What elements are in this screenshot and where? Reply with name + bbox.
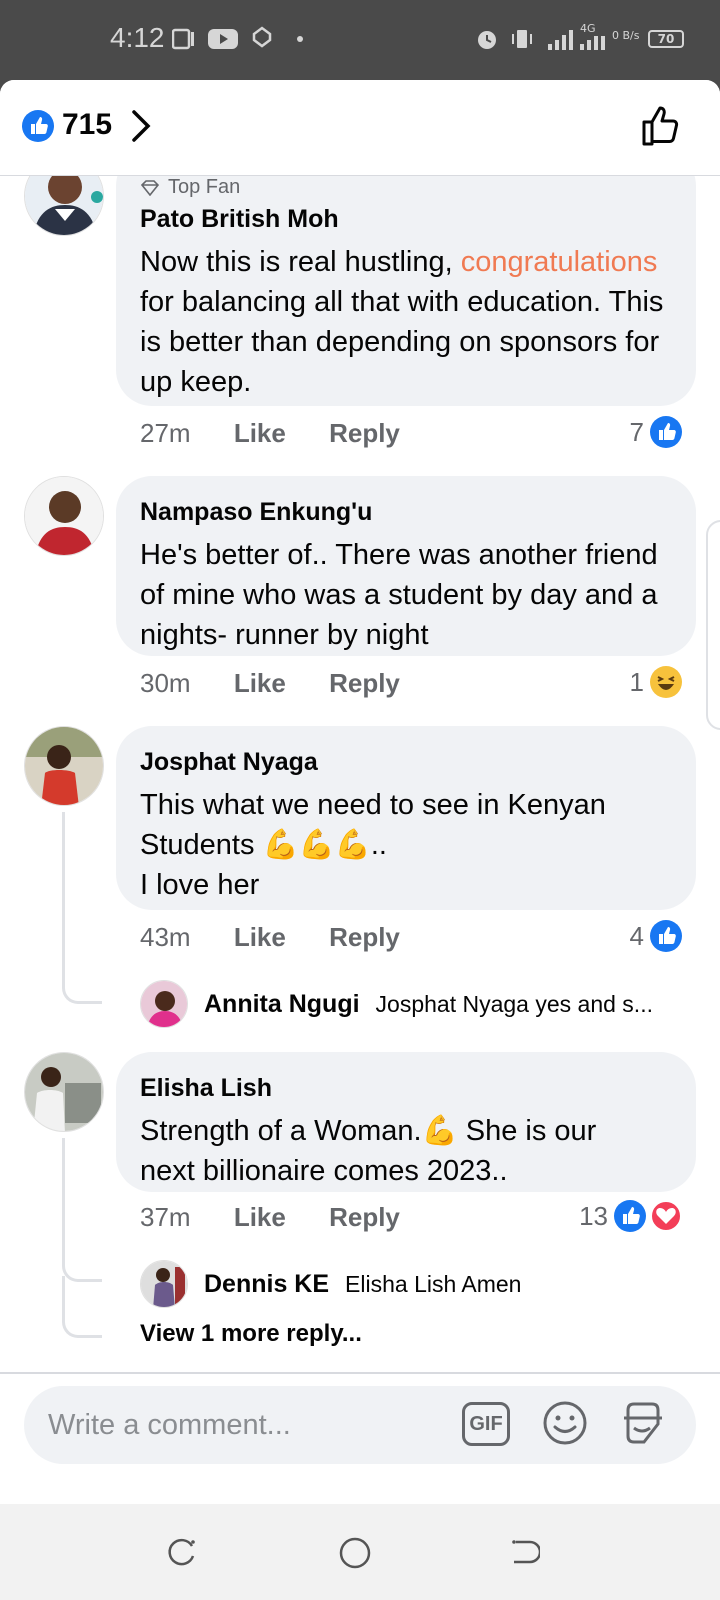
comment-actions: 27m Like Reply	[140, 418, 436, 449]
highlighted-word: congratulations	[460, 246, 658, 278]
thread-line	[62, 812, 102, 1004]
comment-text-line: I love her	[140, 869, 260, 901]
like-reaction-icon	[650, 416, 682, 448]
like-reaction-icon	[650, 920, 682, 952]
reaction-count: 13	[579, 1200, 608, 1231]
gallery-notification-icon	[172, 28, 194, 50]
reply-preview[interactable]: Annita Ngugi Josphat Nyaga yes and s...	[140, 980, 653, 1028]
back-icon[interactable]	[508, 1536, 540, 1568]
comments-sheet: 715 Top Fan Pato British Moh Now this is…	[0, 80, 720, 1504]
network-speed: 0 B/s	[612, 29, 640, 42]
sheet-header: 715	[0, 80, 720, 176]
app-notification-icon	[252, 26, 272, 48]
thread-line	[62, 1138, 102, 1282]
comment-time: 30m	[140, 668, 191, 698]
comment-time: 27m	[140, 418, 191, 448]
emoji-icon[interactable]	[542, 1400, 588, 1446]
recent-apps-icon[interactable]	[166, 1536, 198, 1568]
like-button[interactable]: Like	[234, 418, 286, 448]
like-reaction-icon	[614, 1200, 646, 1232]
comment-bubble[interactable]: Elisha Lish Strength of a Woman.💪 She is…	[116, 1052, 696, 1192]
battery-indicator: 70	[648, 30, 684, 48]
comment-actions: 30m Like Reply	[140, 668, 436, 699]
comment-author[interactable]: Josphat Nyaga	[140, 748, 672, 777]
top-fan-badge: Top Fan	[140, 176, 672, 199]
like-post-icon[interactable]	[640, 104, 684, 148]
sticker-icon[interactable]	[620, 1400, 666, 1446]
diamond-icon	[140, 179, 160, 196]
avatar[interactable]	[24, 726, 104, 806]
comment-text: He's better of.. There was another frien…	[140, 539, 658, 651]
comment-text-line: Students 💪💪💪..	[140, 829, 387, 861]
comment-time: 43m	[140, 922, 191, 952]
comment-time: 37m	[140, 1202, 191, 1232]
comment-author[interactable]: Nampaso Enkung'u	[140, 498, 672, 527]
reply-author[interactable]: Annita Ngugi	[204, 990, 360, 1019]
avatar[interactable]	[24, 1052, 104, 1132]
reaction-count: 1	[629, 666, 644, 697]
avatar[interactable]	[24, 476, 104, 556]
comment-reactions[interactable]: 1	[630, 666, 682, 698]
top-fan-label: Top Fan	[168, 176, 241, 198]
reply-button[interactable]: Reply	[329, 668, 400, 698]
comment-author[interactable]: Pato British Moh	[140, 205, 672, 234]
comment-text-line: next billionaire comes 2023..	[140, 1155, 508, 1187]
avatar[interactable]	[24, 176, 104, 236]
thread-line	[62, 1276, 102, 1338]
comment-text: Now this is real hustling, congratulatio…	[140, 242, 672, 402]
signal-icon	[548, 30, 573, 50]
like-button[interactable]: Like	[234, 668, 286, 698]
alarm-icon	[478, 31, 496, 49]
reply-text: Elisha Lish Amen	[345, 1270, 522, 1297]
reply-button[interactable]: Reply	[329, 418, 400, 448]
system-nav-bar	[0, 1504, 720, 1600]
reaction-count: 4	[629, 920, 644, 951]
reply-text: Josphat Nyaga yes and s...	[375, 990, 653, 1017]
haha-reaction-icon	[650, 666, 682, 698]
gif-label: GIF	[469, 1413, 503, 1435]
reply-preview[interactable]: Dennis KE Elisha Lish Amen	[140, 1260, 521, 1308]
comment-composer: GIF	[0, 1372, 720, 1478]
dot-icon	[297, 36, 303, 42]
comment-text-part: for balancing all that with education. T…	[140, 286, 664, 398]
comment-text-line: This what we need to see in Kenyan	[140, 789, 606, 821]
avatar[interactable]	[140, 980, 188, 1028]
comment-bubble[interactable]: Nampaso Enkung'u He's better of.. There …	[116, 476, 696, 656]
side-edge-panel[interactable]	[706, 520, 720, 730]
status-bar: 4:12 4G 0 B/s 70	[0, 0, 720, 80]
vibrate-icon	[512, 30, 532, 48]
comment-bubble[interactable]: Top Fan Pato British Moh Now this is rea…	[116, 176, 696, 406]
chevron-right-icon[interactable]	[130, 108, 152, 144]
like-button[interactable]: Like	[234, 922, 286, 952]
reply-button[interactable]: Reply	[329, 922, 400, 952]
gif-button[interactable]: GIF	[462, 1402, 510, 1446]
like-button[interactable]: Like	[234, 1202, 286, 1232]
status-time: 4:12	[110, 22, 165, 53]
reply-author[interactable]: Dennis KE	[204, 1270, 329, 1299]
comment-list: Top Fan Pato British Moh Now this is rea…	[0, 176, 720, 1478]
comment-reactions[interactable]: 13	[579, 1200, 682, 1232]
comment-author[interactable]: Elisha Lish	[140, 1074, 672, 1103]
comment-reactions[interactable]: 7	[630, 416, 682, 448]
view-more-replies-button[interactable]: View 1 more reply...	[140, 1320, 362, 1348]
comment-bubble[interactable]: Josphat Nyaga This what we need to see i…	[116, 726, 696, 910]
avatar[interactable]	[140, 1260, 188, 1308]
reaction-count[interactable]: 715	[62, 108, 112, 142]
home-icon[interactable]	[338, 1536, 372, 1570]
comment-input[interactable]	[24, 1386, 696, 1464]
reaction-count: 7	[629, 416, 644, 447]
reply-button[interactable]: Reply	[329, 1202, 400, 1232]
comment-reactions[interactable]: 4	[630, 920, 682, 952]
youtube-icon	[208, 29, 238, 49]
comment-actions: 43m Like Reply	[140, 922, 436, 953]
signal-4g-icon	[580, 36, 605, 50]
love-reaction-icon	[650, 1200, 682, 1232]
comment-actions: 37m Like Reply	[140, 1202, 436, 1233]
like-reaction-icon	[22, 110, 54, 142]
comment-text-part: Now this is real hustling,	[140, 246, 461, 278]
comment-text-line: Strength of a Woman.💪 She is our	[140, 1115, 597, 1147]
